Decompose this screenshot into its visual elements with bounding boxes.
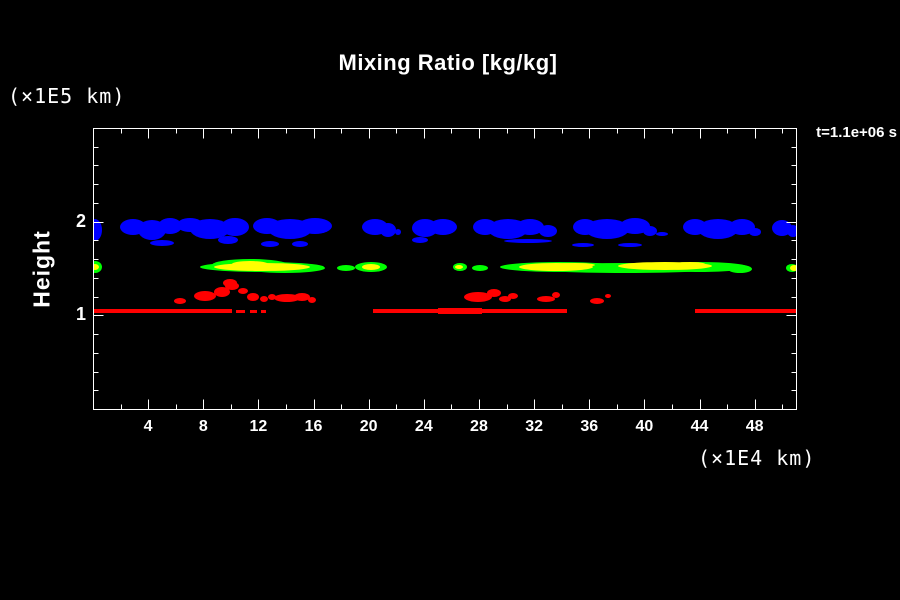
y-tick-label: 1	[58, 304, 86, 325]
x-tick-label: 48	[746, 418, 764, 436]
x-tick-label: 8	[199, 418, 208, 436]
cloud-shapes	[88, 218, 799, 314]
x-tick-label: 44	[691, 418, 709, 436]
plot-window: Mixing Ratio [kg/kg] (×1E5 km) t=1.1e+06…	[0, 0, 900, 600]
x-tick-label: 36	[580, 418, 598, 436]
x-tick-label: 20	[360, 418, 378, 436]
plot-area	[0, 0, 900, 600]
x-tick-label: 28	[470, 418, 488, 436]
x-tick-label: 16	[305, 418, 323, 436]
x-tick-label: 12	[250, 418, 268, 436]
x-tick-label: 32	[525, 418, 543, 436]
x-tick-label: 4	[144, 418, 153, 436]
x-tick-label: 24	[415, 418, 433, 436]
y-tick-label: 2	[58, 211, 86, 232]
x-tick-label: 40	[635, 418, 653, 436]
